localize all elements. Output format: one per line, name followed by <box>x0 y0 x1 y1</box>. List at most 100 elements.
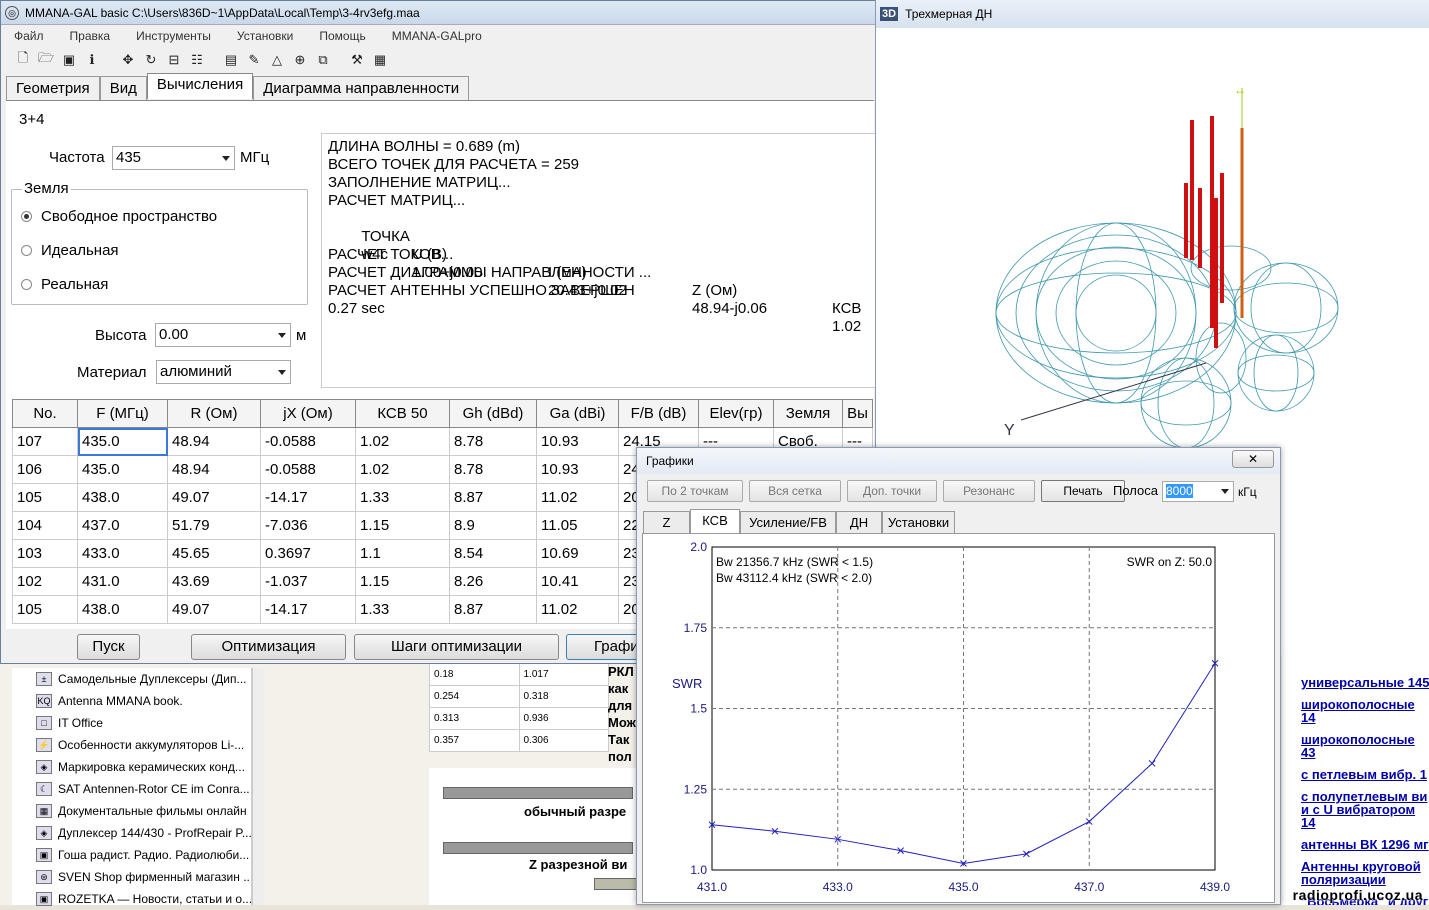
table-cell[interactable]: 10.41 <box>536 567 619 596</box>
menu-settings[interactable]: Установки <box>224 29 306 43</box>
frequency-combo[interactable]: 435 <box>112 146 235 170</box>
optimization-button[interactable]: Оптимизация <box>191 634 346 660</box>
column-header[interactable]: F (МГц) <box>77 399 168 428</box>
column-header[interactable]: Ga (dBi) <box>536 399 619 428</box>
table-cell[interactable]: 107 <box>12 427 78 456</box>
table-cell[interactable]: -0.0588 <box>260 427 356 456</box>
tab-settings[interactable]: Установки <box>882 511 955 533</box>
table-cell[interactable]: 105 <box>12 595 78 624</box>
bookmark-item[interactable]: ± Самодельные Дуплексеры (Дип... <box>12 668 251 690</box>
menu-tools[interactable]: Инструменты <box>123 29 224 43</box>
start-button[interactable]: Пуск <box>77 634 140 660</box>
bookmark-scrollbar[interactable] <box>252 668 264 905</box>
bookmark-item[interactable]: ◈ Дуплексер 144/430 - ProfRepair P... <box>12 822 251 844</box>
article-link[interactable]: Антенны круговой поляризации <box>1282 860 1429 886</box>
table-cell[interactable]: 49.07 <box>167 483 261 512</box>
table-cell[interactable]: 435.0 <box>77 427 168 456</box>
radio-free-space[interactable]: Свободное пространство <box>21 208 217 225</box>
table-cell[interactable]: 11.05 <box>536 511 619 540</box>
triangle-icon[interactable]: △ <box>269 52 285 68</box>
table-cell[interactable]: 1.02 <box>355 455 450 484</box>
column-header[interactable]: Gh (dBd) <box>449 399 537 428</box>
table-cell[interactable]: 10.93 <box>536 427 619 456</box>
graphs-button[interactable]: Графи <box>566 634 641 660</box>
close-button[interactable]: ✕ <box>1232 450 1274 468</box>
table-cell[interactable]: -14.17 <box>260 483 356 512</box>
table-cell[interactable]: 103 <box>12 539 78 568</box>
column-header[interactable]: КСВ 50 <box>355 399 450 428</box>
article-link[interactable]: универсальные 145 <box>1282 676 1429 689</box>
swr-chart[interactable]: 431.0 433.0 435.0 437.0 439.0 1.0 1.25 1.5 1.75 2… <box>643 534 1274 902</box>
table-cell[interactable]: 433.0 <box>77 539 168 568</box>
table-cell[interactable]: 48.94 <box>167 455 261 484</box>
article-link[interactable]: антенны ВК 1296 мг <box>1282 838 1429 851</box>
column-header[interactable]: No. <box>12 399 78 428</box>
chevron-down-icon[interactable] <box>222 156 230 161</box>
tab-gain-fb[interactable]: Усиление/FB <box>740 511 836 533</box>
column-header[interactable]: Вы <box>842 399 873 428</box>
bookmark-item[interactable]: □ IT Office <box>12 712 251 734</box>
bookmark-item[interactable]: ⊛ SVEN Shop фирменный магазин ... <box>12 866 251 888</box>
table-cell[interactable]: 11.02 <box>536 483 619 512</box>
table-cell[interactable]: 45.65 <box>167 539 261 568</box>
tools-icon[interactable]: ⚒ <box>349 52 365 68</box>
info-icon[interactable]: ℹ <box>84 52 100 68</box>
table-cell[interactable]: 8.87 <box>449 483 537 512</box>
radio-dot[interactable] <box>21 279 32 290</box>
calculator-icon[interactable]: ▦ <box>372 52 388 68</box>
table-cell[interactable]: 48.94 <box>167 427 261 456</box>
article-link[interactable]: широкополосные 43 <box>1282 733 1429 759</box>
move-icon[interactable]: ✥ <box>120 52 136 68</box>
tab-calculations[interactable]: Вычисления <box>146 73 254 99</box>
radio-perfect[interactable]: Идеальная <box>21 242 119 259</box>
table-cell[interactable]: 104 <box>12 511 78 540</box>
rotate-icon[interactable]: ↻ <box>143 52 159 68</box>
bookmark-item[interactable]: ▣ Гоша радист. Радио. Радиолюби... <box>12 844 251 866</box>
table-cell[interactable]: 51.79 <box>167 511 261 540</box>
table-cell[interactable]: 1.1 <box>355 539 450 568</box>
column-header[interactable]: R (Ом) <box>167 399 261 428</box>
new-file-icon[interactable]: 🗋 <box>15 49 31 71</box>
bookmark-item[interactable]: ⚡ Особенности аккумуляторов Li-... <box>12 734 251 756</box>
table-cell[interactable]: 10.69 <box>536 539 619 568</box>
chevron-down-icon[interactable] <box>1221 489 1229 494</box>
bookmark-item[interactable]: ☾ SAT Antennen-Rotor CE im Conra... <box>12 778 251 800</box>
table-cell[interactable]: 10.93 <box>536 455 619 484</box>
bookmark-item[interactable]: ▣ ROZETKA — Новости, статьи и о... <box>12 888 251 910</box>
table-cell[interactable]: 8.78 <box>449 455 537 484</box>
table-cell[interactable]: 1.33 <box>355 483 450 512</box>
table-cell[interactable]: -14.17 <box>260 595 356 624</box>
chevron-down-icon[interactable] <box>278 370 286 375</box>
table-cell[interactable]: 437.0 <box>77 511 168 540</box>
column-header[interactable]: jX (Ом) <box>260 399 356 428</box>
bookmark-item[interactable]: KQ Antenna MMANA book. <box>12 690 251 712</box>
material-combo[interactable]: алюминий <box>156 360 291 384</box>
table-cell[interactable]: 43.69 <box>167 567 261 596</box>
copy-icon[interactable]: ⧉ <box>315 52 331 68</box>
article-link[interactable]: с петлевым вибр. 1 <box>1282 768 1429 781</box>
table-cell[interactable]: 8.54 <box>449 539 537 568</box>
save-icon[interactable]: ▣ <box>61 52 77 68</box>
bookmark-item[interactable]: ◈ Маркировка керамических конд... <box>12 756 251 778</box>
table-cell[interactable]: 106 <box>12 455 78 484</box>
tab-swr[interactable]: КСВ <box>690 509 740 534</box>
table-cell[interactable]: 8.26 <box>449 567 537 596</box>
open-folder-icon[interactable]: 🗁 <box>38 49 54 71</box>
radio-dot[interactable] <box>21 245 32 256</box>
table-cell[interactable]: 11.02 <box>536 595 619 624</box>
table-cell[interactable]: 102 <box>12 567 78 596</box>
optimization-steps-button[interactable]: Шаги оптимизации <box>354 634 559 660</box>
table-cell[interactable]: -7.036 <box>260 511 356 540</box>
radio-real[interactable]: Реальная <box>21 276 108 293</box>
table-cell[interactable]: 438.0 <box>77 483 168 512</box>
menu-edit[interactable]: Правка <box>57 29 124 43</box>
table-cell[interactable]: 438.0 <box>77 595 168 624</box>
bookmark-item[interactable]: ▦ Документальные фильмы онлайн <box>12 800 251 822</box>
pen-icon[interactable]: ✎ <box>246 52 262 68</box>
column-header[interactable]: Elev(гр) <box>698 399 774 428</box>
radio-dot-selected[interactable] <box>21 211 32 222</box>
table-cell[interactable]: 105 <box>12 483 78 512</box>
column-header[interactable]: F/B (dB) <box>618 399 699 428</box>
menu-pro[interactable]: MMANA-GALpro <box>379 29 495 43</box>
full-grid-button[interactable]: Вся сетка <box>749 480 841 502</box>
